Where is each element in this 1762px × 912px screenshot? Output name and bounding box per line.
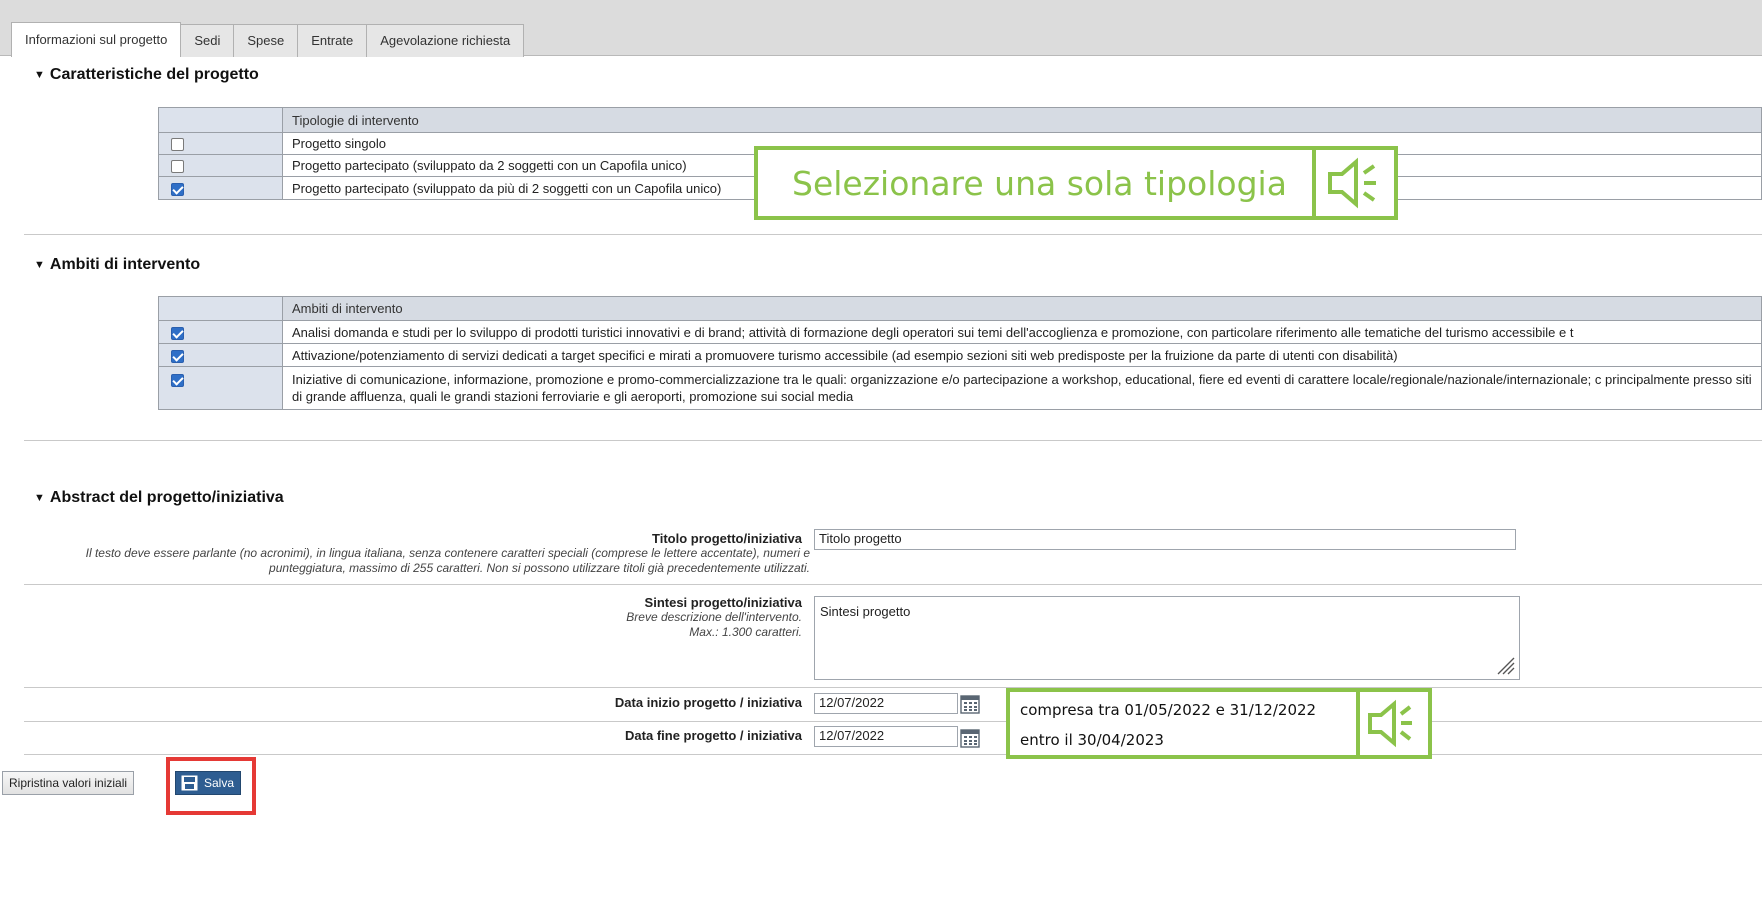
data-fine-label: Data fine progetto / iniziativa: [625, 728, 802, 743]
date-callout-line2: entro il 30/04/2023: [1020, 731, 1164, 749]
sintesi-label: Sintesi progetto/iniziativa: [644, 595, 802, 610]
table-header-row: Ambiti di intervento: [158, 296, 1762, 321]
titolo-input[interactable]: Titolo progetto: [814, 529, 1516, 550]
table-row: Attivazione/potenziamento di servizi ded…: [158, 343, 1762, 367]
row-divider: [24, 584, 1762, 585]
top-bar: Informazioni sul progetto Sedi Spese Ent…: [0, 0, 1762, 57]
sintesi-help-2: Max.: 1.300 caratteri.: [689, 625, 802, 639]
tab-sedi[interactable]: Sedi: [181, 24, 235, 57]
header-checkbox-cell: [158, 296, 283, 321]
ambito-checkbox-2[interactable]: [171, 349, 184, 363]
row-divider: [24, 721, 1762, 722]
section-divider: [24, 234, 1762, 235]
titolo-label: Titolo progetto/iniziativa: [652, 531, 802, 546]
calendar-icon[interactable]: [959, 728, 981, 749]
header-label: Ambiti di intervento: [282, 296, 1762, 321]
section-divider: [24, 440, 1762, 441]
section-caratteristiche-title[interactable]: ▼ Caratteristiche del progetto: [34, 66, 259, 84]
tab-informazioni[interactable]: Informazioni sul progetto: [11, 22, 182, 57]
tab-spese[interactable]: Spese: [234, 24, 299, 57]
tab-bar: Informazioni sul progetto Sedi Spese Ent…: [11, 22, 525, 57]
ambito-label-1: Analisi domanda e studi per lo sviluppo …: [282, 320, 1762, 344]
reset-button[interactable]: Ripristina valori iniziali: [2, 771, 135, 795]
date-callout: compresa tra 01/05/2022 e 31/12/2022 ent…: [1006, 688, 1360, 759]
row-divider: [24, 754, 1762, 755]
section-ambiti-title[interactable]: ▼ Ambiti di intervento: [34, 256, 200, 274]
collapse-triangle-icon: ▼: [34, 69, 45, 81]
audio-button-1[interactable]: [1312, 146, 1398, 220]
header-label: Tipologie di intervento: [282, 107, 1762, 133]
tab-entrate[interactable]: Entrate: [298, 24, 368, 57]
tipologia-callout: Selezionare una sola tipologia: [754, 146, 1316, 220]
table-row: Iniziative di comunicazione, informazion…: [158, 366, 1762, 410]
save-highlight: [166, 757, 256, 815]
ambito-checkbox-1[interactable]: [171, 326, 184, 340]
data-inizio-label: Data inizio progetto / iniziativa: [614, 695, 802, 710]
sintesi-textarea[interactable]: Sintesi progetto: [814, 596, 1520, 680]
section-abstract-title[interactable]: ▼ Abstract del progetto/iniziativa: [34, 489, 284, 507]
titolo-help: Il testo deve essere parlante (no acroni…: [85, 546, 810, 575]
sintesi-help-1: Breve descrizione dell'intervento.: [626, 610, 802, 624]
tipologia-checkbox-3[interactable]: [171, 182, 184, 196]
row-divider: [24, 687, 1762, 688]
calendar-icon[interactable]: [959, 694, 981, 715]
tipologia-checkbox-2[interactable]: [171, 160, 184, 174]
table-header-row: Tipologie di intervento: [158, 107, 1762, 133]
header-checkbox-cell: [158, 107, 283, 133]
tipologia-checkbox-1[interactable]: [171, 138, 184, 152]
collapse-triangle-icon: ▼: [34, 492, 45, 504]
tab-agevolazione[interactable]: Agevolazione richiesta: [367, 24, 525, 57]
tipologia-callout-text: Selezionare una sola tipologia: [792, 164, 1287, 203]
table-row: Analisi domanda e studi per lo sviluppo …: [158, 320, 1762, 344]
sintesi-value: Sintesi progetto: [820, 604, 911, 619]
ambiti-table: Ambiti di intervento Analisi domanda e s…: [158, 296, 1762, 410]
resize-grip-icon[interactable]: [1494, 654, 1516, 676]
audio-button-2[interactable]: [1356, 688, 1432, 759]
date-callout-line1: compresa tra 01/05/2022 e 31/12/2022: [1020, 701, 1317, 719]
ambito-label-2: Attivazione/potenziamento di servizi ded…: [282, 343, 1762, 367]
speaker-icon: [1368, 699, 1412, 748]
data-inizio-input[interactable]: 12/07/2022: [814, 693, 958, 714]
collapse-triangle-icon: ▼: [34, 259, 45, 271]
data-fine-input[interactable]: 12/07/2022: [814, 726, 958, 747]
ambito-label-3: Iniziative di comunicazione, informazion…: [282, 366, 1762, 410]
speaker-icon: [1328, 157, 1376, 209]
ambito-checkbox-3[interactable]: [171, 374, 184, 388]
